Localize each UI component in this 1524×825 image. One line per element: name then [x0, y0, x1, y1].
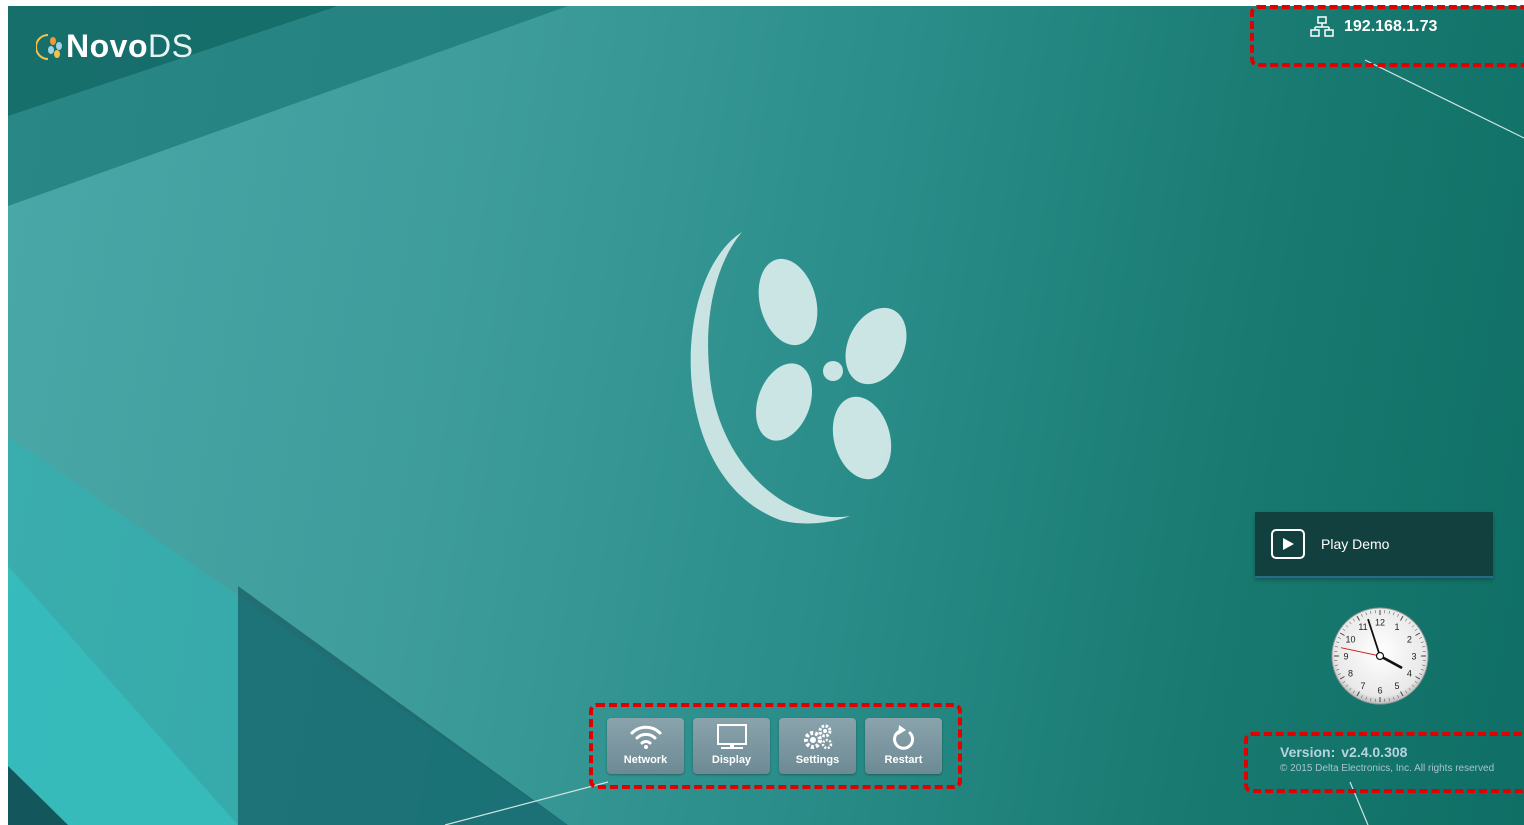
wifi-icon — [629, 722, 663, 752]
clock-number: 9 — [1343, 652, 1348, 662]
play-demo-button[interactable]: Play Demo — [1255, 512, 1493, 578]
gears-icon — [801, 722, 835, 752]
logo-text: NovoDS — [66, 28, 194, 64]
center-logo-icon — [690, 232, 907, 524]
version-line: Version: v2.4.0.308 — [1280, 744, 1494, 760]
version-info: Version: v2.4.0.308 © 2015 Delta Electron… — [1280, 744, 1494, 774]
clock-number: 11 — [1358, 622, 1367, 632]
desktop-screen: NovoDS 192.168.1.73 Network Display Sett… — [8, 6, 1524, 825]
ip-address: 192.168.1.73 — [1344, 18, 1438, 35]
version-number: v2.4.0.308 — [1341, 744, 1408, 760]
quick-toolbar: Network Display Settings Restart — [607, 718, 942, 774]
ethernet-icon — [1310, 16, 1334, 37]
settings-button-label: Settings — [795, 754, 840, 766]
clock-number: 12 — [1375, 618, 1385, 628]
restart-button-label: Restart — [884, 754, 923, 766]
clock-number: 10 — [1346, 635, 1356, 645]
clock-number: 7 — [1360, 681, 1365, 691]
play-demo-label: Play Demo — [1321, 536, 1390, 552]
display-button-label: Display — [711, 754, 752, 766]
novods-logo: NovoDS — [36, 28, 193, 65]
network-button[interactable]: Network — [607, 718, 684, 774]
monitor-icon — [715, 722, 749, 752]
novo-logo-icon — [36, 33, 62, 60]
clock-number: 2 — [1407, 635, 1412, 645]
restart-icon — [887, 722, 921, 752]
analog-clock: 12 12 3 45 6 789 1011 — [1331, 607, 1429, 705]
restart-button[interactable]: Restart — [865, 718, 942, 774]
network-button-label: Network — [623, 754, 668, 766]
clock-number: 6 — [1377, 686, 1382, 696]
network-status: 192.168.1.73 — [1310, 16, 1437, 38]
clock-number: 5 — [1394, 681, 1399, 691]
display-button[interactable]: Display — [693, 718, 770, 774]
version-label: Version: — [1280, 744, 1336, 760]
clock-number: 3 — [1411, 652, 1416, 662]
clock-number: 1 — [1394, 622, 1399, 632]
clock-number: 4 — [1407, 669, 1412, 679]
play-icon — [1271, 529, 1305, 559]
settings-button[interactable]: Settings — [779, 718, 856, 774]
clock-number: 8 — [1348, 669, 1353, 679]
copyright-text: © 2015 Delta Electronics, Inc. All right… — [1280, 763, 1495, 774]
